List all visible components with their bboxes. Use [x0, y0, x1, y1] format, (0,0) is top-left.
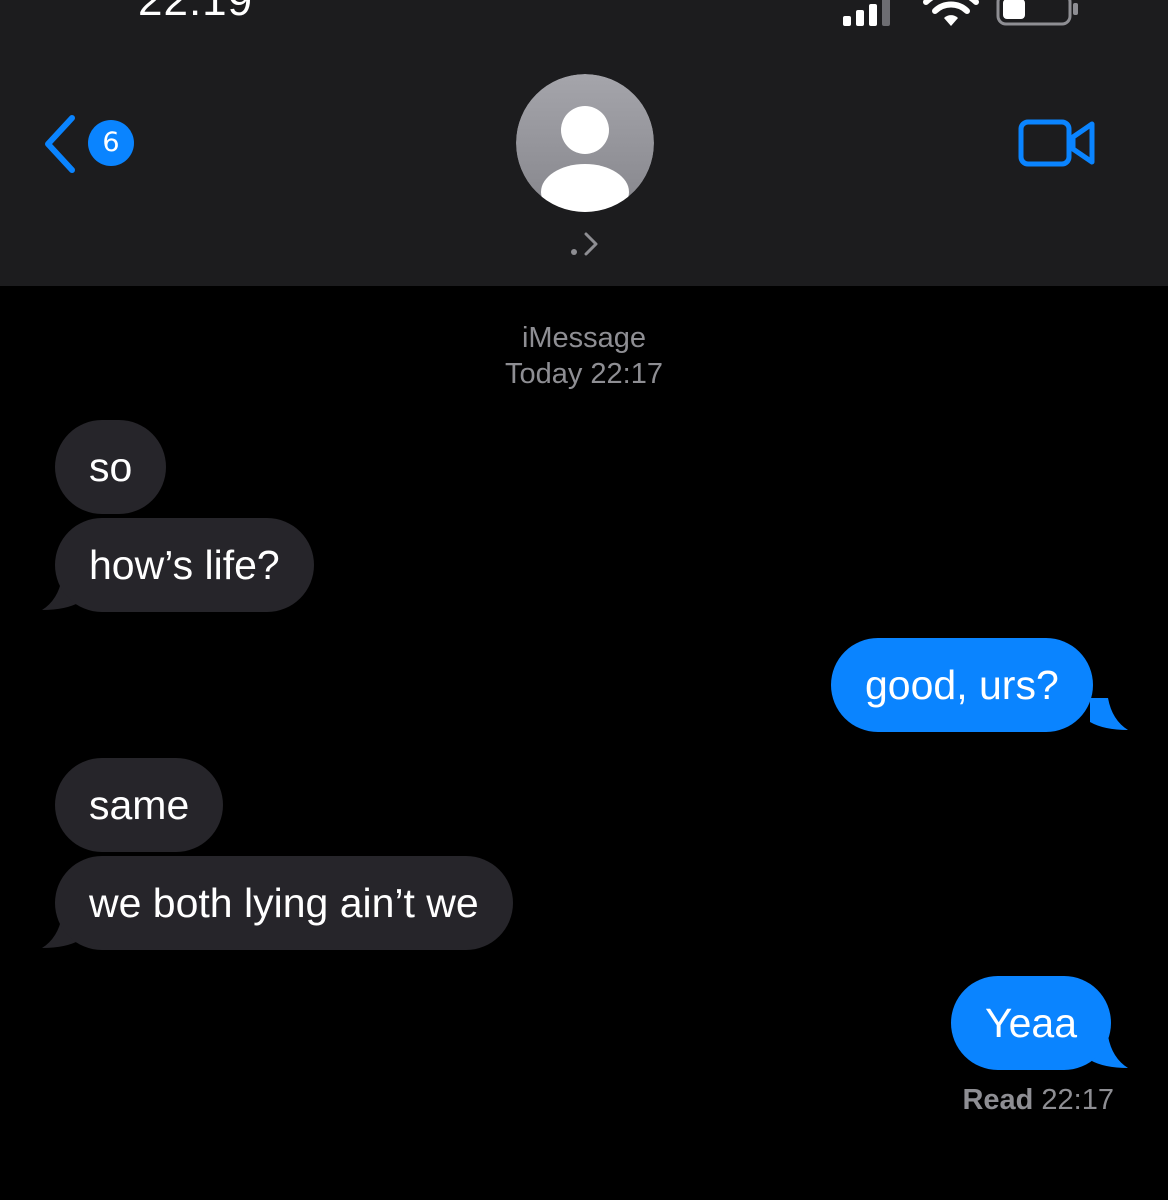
- status-time: 22:19: [138, 0, 254, 25]
- read-label: Read: [962, 1084, 1034, 1116]
- read-time: 22:17: [1041, 1084, 1114, 1116]
- signal-icon: [843, 0, 890, 26]
- unread-count-badge: 6: [88, 120, 134, 166]
- service-label: iMessage: [521, 322, 647, 354]
- wifi-icon: [923, 0, 979, 26]
- back-chevron-icon: [45, 115, 75, 173]
- back-button[interactable]: 6: [40, 112, 140, 176]
- incoming-message-bubble[interactable]: how’s life?: [55, 518, 314, 612]
- contact-avatar[interactable]: [516, 74, 654, 212]
- battery-icon: [996, 0, 1078, 26]
- outgoing-message-bubble[interactable]: good, urs?: [831, 638, 1093, 732]
- incoming-message-bubble[interactable]: we both lying ain’t we: [55, 856, 513, 950]
- read-receipt: Read 22:17: [962, 1084, 1114, 1117]
- avatar-placeholder-icon: [516, 74, 654, 212]
- messages-screen: 22:19 6 iMessage Today 22:17 so how’s li…: [0, 0, 1168, 1200]
- conversation-header: 22:19 6: [0, 0, 1168, 286]
- contact-details-chevron-icon[interactable]: [566, 226, 606, 262]
- conversation-timestamp: Today 22:17: [504, 358, 663, 390]
- incoming-message-bubble[interactable]: same: [55, 758, 224, 852]
- outgoing-bubble-tail: [1090, 698, 1128, 730]
- video-camera-icon[interactable]: [1018, 116, 1098, 170]
- outgoing-message-bubble[interactable]: Yeaa: [951, 976, 1111, 1070]
- incoming-message-bubble[interactable]: so: [55, 420, 167, 514]
